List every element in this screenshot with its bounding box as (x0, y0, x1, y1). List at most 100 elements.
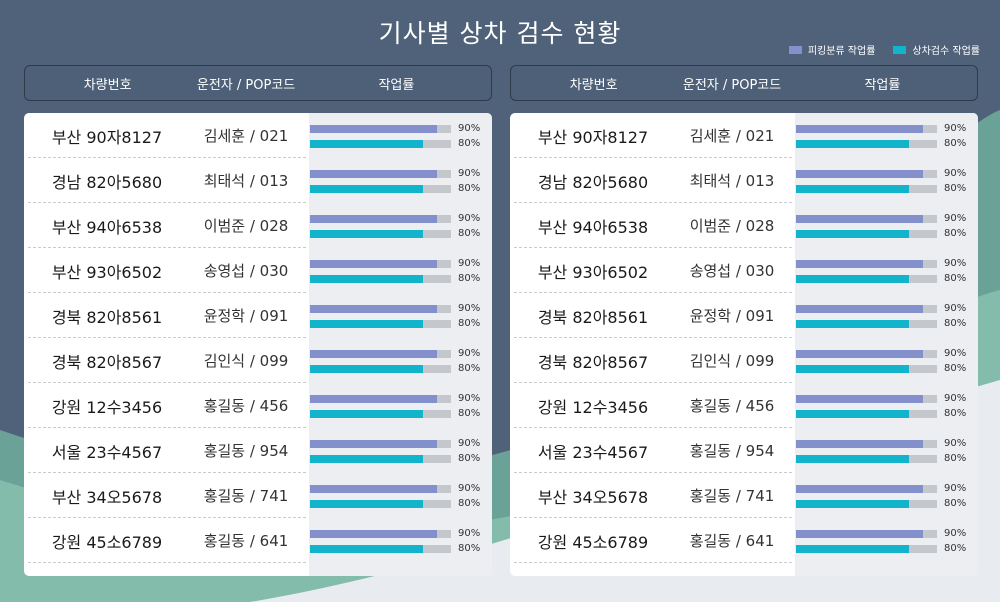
picking-track (310, 305, 451, 313)
legend-item-inspect: 상차검수 작업률 (893, 42, 980, 57)
inspect-pct-label: 80% (458, 408, 481, 419)
picking-pct-label: 90% (944, 348, 967, 359)
inspect-track (796, 545, 937, 553)
inspect-pct-label: 80% (458, 543, 481, 554)
inspect-track (796, 140, 937, 148)
inspect-pct-label: 80% (944, 273, 967, 284)
picking-bar (310, 485, 437, 493)
picking-pct-label: 90% (458, 123, 481, 134)
inspect-pct-label: 80% (944, 363, 967, 374)
rate-bars: 90% 80% (796, 158, 978, 203)
inspect-track (796, 275, 937, 283)
driver-pop-code: 홍길동 / 954 (689, 442, 775, 460)
picking-bar (310, 395, 437, 403)
inspect-pct-label: 80% (944, 318, 967, 329)
picking-pct-label: 90% (944, 258, 967, 269)
rate-bars: 90% 80% (796, 428, 978, 473)
inspect-pct-label: 80% (458, 498, 481, 509)
table-row: 서울 23수4567 홍길동 / 954 90% 80% (24, 428, 492, 473)
vehicle-plate: 경남 82아5680 (537, 172, 649, 192)
vehicle-plate: 부산 94아6538 (51, 217, 163, 237)
inspect-rate: 80% (310, 228, 492, 241)
panel-right: 차량번호 운전자 / POP코드 작업률 부산 90자8127 김세훈 / 021… (510, 65, 978, 576)
inspect-pct-label: 80% (944, 498, 967, 509)
picking-track (796, 350, 937, 358)
picking-track (796, 125, 937, 133)
inspect-track (796, 320, 937, 328)
inspect-bar (310, 230, 423, 238)
inspect-track (310, 365, 451, 373)
vehicle-plate: 경북 82아8567 (51, 352, 163, 372)
picking-bar (796, 530, 923, 538)
table-row: 부산 93아6502 송영섭 / 030 90% 80% (24, 248, 492, 293)
picking-bar (310, 215, 437, 223)
picking-bar (310, 440, 437, 448)
header-rate: 작업률 (378, 77, 415, 93)
inspect-bar (796, 320, 909, 328)
vehicle-plate: 부산 90자8127 (537, 127, 649, 147)
picking-rate: 90% (796, 213, 978, 226)
table-row: 경북 82아8561 윤정학 / 091 90% 80% (510, 293, 978, 338)
inspect-bar (310, 140, 423, 148)
rate-bars: 90% 80% (796, 383, 978, 428)
picking-rate: 90% (310, 348, 492, 361)
picking-rate: 90% (796, 393, 978, 406)
driver-pop-code: 김인식 / 099 (203, 352, 289, 370)
picking-rate: 90% (310, 303, 492, 316)
table-row: 부산 93아6502 송영섭 / 030 90% 80% (510, 248, 978, 293)
inspect-pct-label: 80% (944, 408, 967, 419)
table-row: 경북 82아8561 윤정학 / 091 90% 80% (24, 293, 492, 338)
vehicle-plate: 강원 12수3456 (537, 397, 649, 417)
panel-left: 차량번호 운전자 / POP코드 작업률 부산 90자8127 김세훈 / 021… (24, 65, 492, 576)
inspect-bar (796, 500, 909, 508)
table-row: 서울 23수4567 홍길동 / 954 90% 80% (510, 428, 978, 473)
table-body: 부산 90자8127 김세훈 / 021 90% 80% 경남 82아5680 최태석 /… (24, 113, 492, 576)
inspect-rate: 80% (796, 498, 978, 511)
driver-pop-code: 홍길동 / 741 (203, 487, 289, 505)
inspect-pct-label: 80% (944, 138, 967, 149)
vehicle-plate: 서울 23수4567 (51, 442, 163, 462)
table-header: 차량번호 운전자 / POP코드 작업률 (24, 65, 492, 101)
legend-item-picking: 피킹분류 작업률 (788, 42, 875, 57)
picking-track (310, 170, 451, 178)
vehicle-plate: 서울 23수4567 (537, 442, 649, 462)
picking-track (310, 215, 451, 223)
picking-rate: 90% (796, 168, 978, 181)
picking-rate: 90% (796, 123, 978, 136)
picking-bar (796, 395, 923, 403)
inspect-bar (796, 140, 909, 148)
table-row: 강원 12수3456 홍길동 / 456 90% 80% (24, 383, 492, 428)
picking-rate: 90% (796, 483, 978, 496)
rate-bars: 90% 80% (796, 473, 978, 518)
picking-rate: 90% (310, 168, 492, 181)
inspect-bar (310, 320, 423, 328)
picking-bar (796, 350, 923, 358)
picking-bar (796, 125, 923, 133)
vehicle-plate: 경북 82아8561 (537, 307, 649, 327)
driver-pop-code: 송영섭 / 030 (689, 262, 775, 280)
inspect-rate: 80% (310, 453, 492, 466)
inspect-rate: 80% (796, 543, 978, 556)
picking-track (796, 485, 937, 493)
inspect-bar (796, 185, 909, 193)
picking-bar (796, 170, 923, 178)
inspect-rate: 80% (796, 318, 978, 331)
picking-rate: 90% (796, 528, 978, 541)
rate-bars: 90% 80% (310, 518, 492, 563)
rate-bars: 90% 80% (310, 338, 492, 383)
inspect-track (310, 410, 451, 418)
picking-rate: 90% (310, 528, 492, 541)
inspect-rate: 80% (796, 228, 978, 241)
table-row: 부산 34오5678 홍길동 / 741 90% 80% (510, 473, 978, 518)
picking-track (310, 395, 451, 403)
picking-track (796, 170, 937, 178)
picking-bar (796, 305, 923, 313)
inspect-track (310, 545, 451, 553)
inspect-rate: 80% (796, 408, 978, 421)
legend-swatch-inspect (893, 45, 907, 54)
inspect-rate: 80% (310, 318, 492, 331)
picking-track (310, 485, 451, 493)
picking-pct-label: 90% (458, 438, 481, 449)
driver-pop-code: 김세훈 / 021 (203, 127, 289, 145)
inspect-pct-label: 80% (458, 228, 481, 239)
